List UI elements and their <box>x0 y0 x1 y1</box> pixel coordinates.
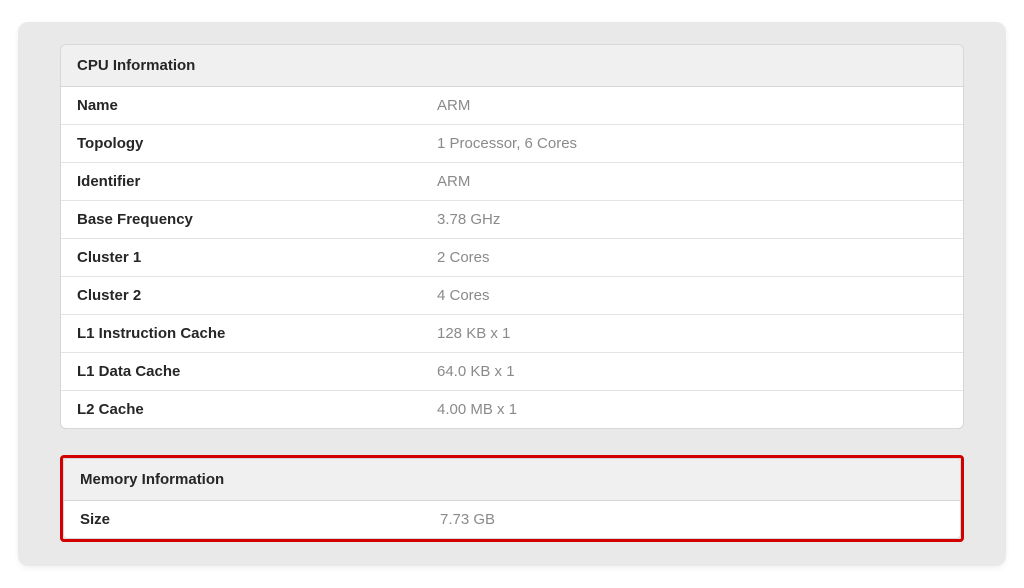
row-label: Size <box>80 511 440 528</box>
row-value: ARM <box>437 173 947 190</box>
memory-info-title: Memory Information <box>64 459 960 501</box>
row-label: L1 Instruction Cache <box>77 325 437 342</box>
row-label: L1 Data Cache <box>77 363 437 380</box>
row-value: 128 KB x 1 <box>437 325 947 342</box>
table-row: Base Frequency 3.78 GHz <box>61 201 963 239</box>
row-value: ARM <box>437 97 947 114</box>
row-value: 1 Processor, 6 Cores <box>437 135 947 152</box>
memory-info-panel: Memory Information Size 7.73 GB <box>63 458 961 539</box>
cpu-info-title: CPU Information <box>61 45 963 87</box>
table-row: Identifier ARM <box>61 163 963 201</box>
row-label: L2 Cache <box>77 401 437 418</box>
table-row: Name ARM <box>61 87 963 125</box>
row-label: Base Frequency <box>77 211 437 228</box>
row-label: Identifier <box>77 173 437 190</box>
row-label: Cluster 1 <box>77 249 437 266</box>
row-label: Topology <box>77 135 437 152</box>
cpu-info-panel: CPU Information Name ARM Topology 1 Proc… <box>60 44 964 429</box>
table-row: Cluster 1 2 Cores <box>61 239 963 277</box>
row-value: 3.78 GHz <box>437 211 947 228</box>
row-value: 4 Cores <box>437 287 947 304</box>
row-value: 4.00 MB x 1 <box>437 401 947 418</box>
row-label: Name <box>77 97 437 114</box>
memory-highlight: Memory Information Size 7.73 GB <box>60 455 964 542</box>
row-label: Cluster 2 <box>77 287 437 304</box>
table-row: Size 7.73 GB <box>64 501 960 538</box>
table-row: Topology 1 Processor, 6 Cores <box>61 125 963 163</box>
table-row: L1 Instruction Cache 128 KB x 1 <box>61 315 963 353</box>
row-value: 64.0 KB x 1 <box>437 363 947 380</box>
table-row: L1 Data Cache 64.0 KB x 1 <box>61 353 963 391</box>
row-value: 7.73 GB <box>440 511 944 528</box>
table-row: L2 Cache 4.00 MB x 1 <box>61 391 963 428</box>
row-value: 2 Cores <box>437 249 947 266</box>
table-row: Cluster 2 4 Cores <box>61 277 963 315</box>
info-container: CPU Information Name ARM Topology 1 Proc… <box>18 22 1006 566</box>
